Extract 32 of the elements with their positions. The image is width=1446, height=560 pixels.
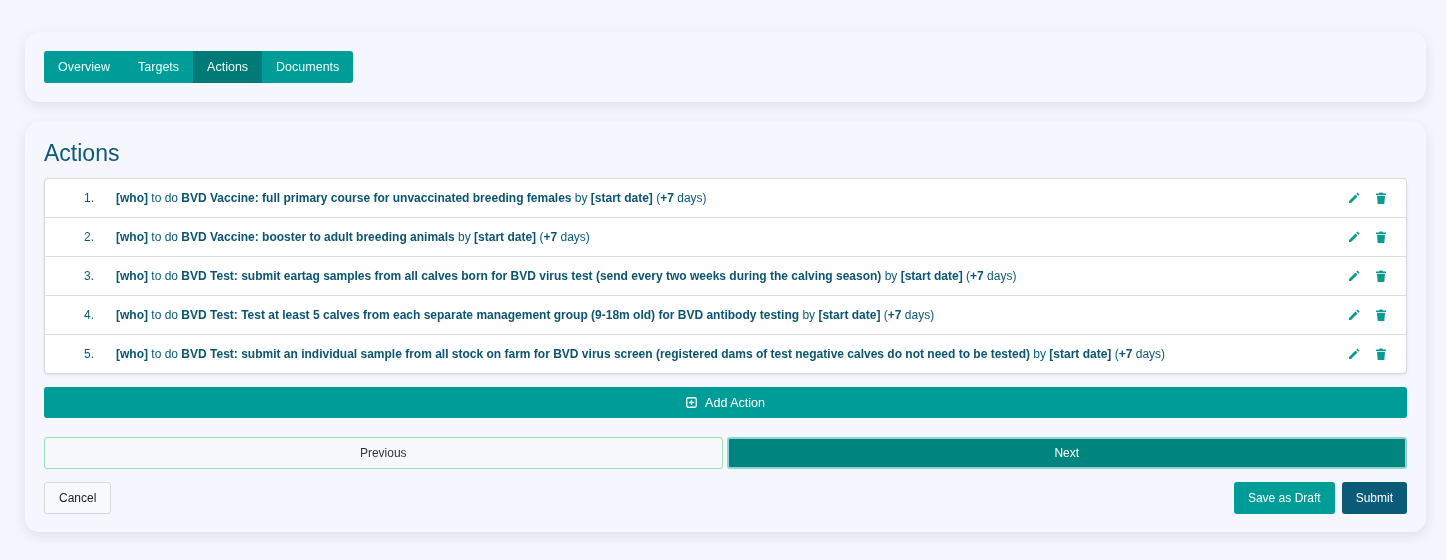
plus-square-icon xyxy=(686,397,698,408)
trash-icon[interactable] xyxy=(1376,348,1386,360)
item-number: 5. xyxy=(83,347,95,361)
add-action-button[interactable]: Add Action xyxy=(44,387,1407,418)
next-button[interactable]: Next xyxy=(726,437,1407,469)
edit-icon[interactable] xyxy=(1348,348,1360,360)
trash-icon[interactable] xyxy=(1376,192,1386,204)
previous-button[interactable]: Previous xyxy=(44,437,723,469)
tab[interactable]: Targets xyxy=(124,51,194,83)
action-text: [who] to do BVD Test: submit eartag samples from all calves born for BVD virus test (send every two weeks during the calving season) by [start date] (+7 days) xyxy=(116,269,1018,283)
trash-icon[interactable] xyxy=(1376,231,1386,243)
submit-button[interactable]: Submit xyxy=(1341,482,1407,514)
tab[interactable]: Actions xyxy=(193,51,263,83)
item-number: 1. xyxy=(83,191,95,205)
edit-icon[interactable] xyxy=(1348,231,1360,243)
item-number: 4. xyxy=(83,308,95,322)
action-text: [who] to do BVD Vaccine: booster to adult breeding animals by [start date] (+7 days) xyxy=(116,230,591,244)
item-number: 3. xyxy=(83,269,95,283)
section-title: Actions xyxy=(44,140,121,167)
tab[interactable]: Overview xyxy=(44,51,125,83)
trash-icon[interactable] xyxy=(1376,270,1386,282)
edit-icon[interactable] xyxy=(1348,270,1360,282)
action-text: [who] to do BVD Test: Test at least 5 calves from each separate management group (9-18m old) for BVD antibody testing by [start date] (+7 days) xyxy=(116,308,936,322)
action-text: [who] to do BVD Vaccine: full primary course for unvaccinated breeding females by [start date] (+7 days) xyxy=(116,191,708,205)
tab[interactable]: Documents xyxy=(262,51,354,83)
item-number: 2. xyxy=(83,230,95,244)
save-draft-button[interactable]: Save as Draft xyxy=(1233,482,1335,514)
edit-icon[interactable] xyxy=(1348,192,1360,204)
action-text: [who] to do BVD Test: submit an individual sample from all stock on farm for BVD virus screen (registered dams of test negative calves do not need to be tested) by [start date] (+7 days) xyxy=(116,347,1167,361)
edit-icon[interactable] xyxy=(1348,309,1360,321)
cancel-button[interactable]: Cancel xyxy=(44,482,112,514)
trash-icon[interactable] xyxy=(1376,309,1386,321)
